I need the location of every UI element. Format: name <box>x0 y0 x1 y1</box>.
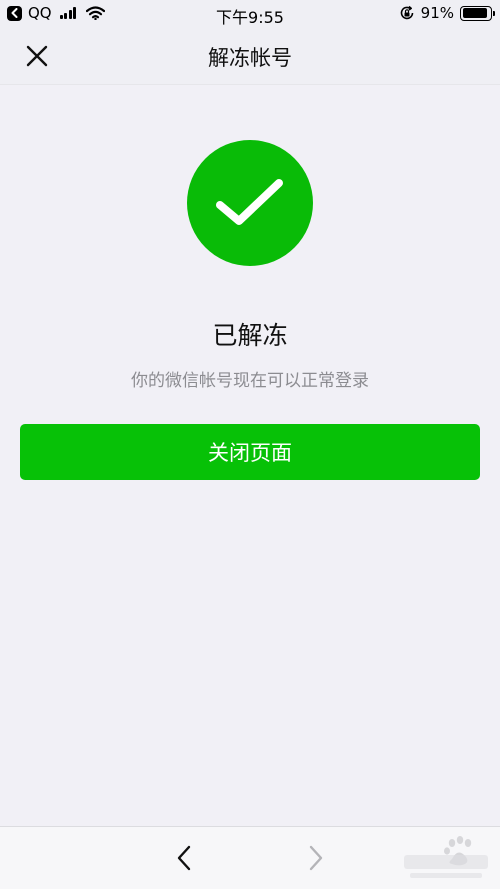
status-right: 91% <box>399 4 495 22</box>
back-button[interactable] <box>168 841 200 875</box>
close-page-button[interactable]: 关闭页面 <box>20 424 480 480</box>
result-title: 已解冻 <box>212 321 288 350</box>
battery-cap <box>493 10 495 16</box>
checkmark-icon <box>216 179 283 225</box>
result-description: 你的微信帐号现在可以正常登录 <box>131 371 369 391</box>
nav-bar: 解冻帐号 <box>0 28 500 84</box>
chevron-right-icon <box>309 845 323 871</box>
battery-icon <box>460 5 495 21</box>
forward-button[interactable] <box>300 841 332 875</box>
bottom-toolbar <box>0 826 500 889</box>
battery-percent: 91% <box>420 4 454 22</box>
orientation-lock-icon <box>400 5 413 20</box>
success-icon <box>187 140 313 266</box>
battery-fill <box>462 8 488 18</box>
status-bar: QQ 下午9:55 91% <box>0 0 500 28</box>
chevron-left-icon <box>177 845 191 871</box>
page-title: 解冻帐号 <box>208 46 292 70</box>
watermark-logo <box>404 836 488 878</box>
